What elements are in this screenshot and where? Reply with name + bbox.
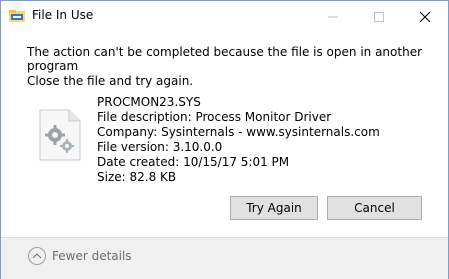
fewer-details-label[interactable]: Fewer details bbox=[52, 249, 132, 263]
minimize-icon bbox=[328, 16, 338, 17]
maximize-icon bbox=[374, 11, 384, 22]
minimize-button[interactable] bbox=[310, 1, 356, 32]
title-bar[interactable]: File In Use bbox=[1, 1, 448, 32]
instruction-message: Close the file and try again. bbox=[27, 74, 194, 88]
file-name: PROCMON23.SYS bbox=[97, 95, 201, 109]
file-company: Company: Sysinternals - www.sysinternals… bbox=[97, 125, 380, 139]
explorer-folder-icon bbox=[9, 10, 25, 22]
dialog-content: The action can't be completed because th… bbox=[1, 32, 448, 237]
try-again-button[interactable]: Try Again bbox=[230, 196, 318, 220]
system-file-gears-icon bbox=[39, 109, 81, 161]
maximize-button[interactable] bbox=[356, 1, 402, 32]
file-description: File description: Process Monitor Driver bbox=[97, 110, 332, 124]
file-details: PROCMON23.SYS File description: Process … bbox=[97, 95, 380, 185]
close-button[interactable] bbox=[402, 1, 448, 32]
dialog-footer: Fewer details bbox=[1, 237, 448, 279]
file-in-use-dialog: File In Use The action can't be complete… bbox=[0, 0, 449, 279]
error-message: The action can't be completed because th… bbox=[27, 45, 423, 73]
cancel-button[interactable]: Cancel bbox=[327, 196, 422, 220]
fewer-details-toggle[interactable]: Fewer details bbox=[28, 247, 132, 265]
chevron-up-icon[interactable] bbox=[28, 247, 46, 265]
file-version: File version: 3.10.0.0 bbox=[97, 140, 223, 154]
file-date-created: Date created: 10/15/17 5:01 PM bbox=[97, 155, 290, 169]
window-title: File In Use bbox=[32, 8, 94, 22]
file-size: Size: 82.8 KB bbox=[97, 170, 177, 184]
close-icon bbox=[420, 11, 430, 22]
